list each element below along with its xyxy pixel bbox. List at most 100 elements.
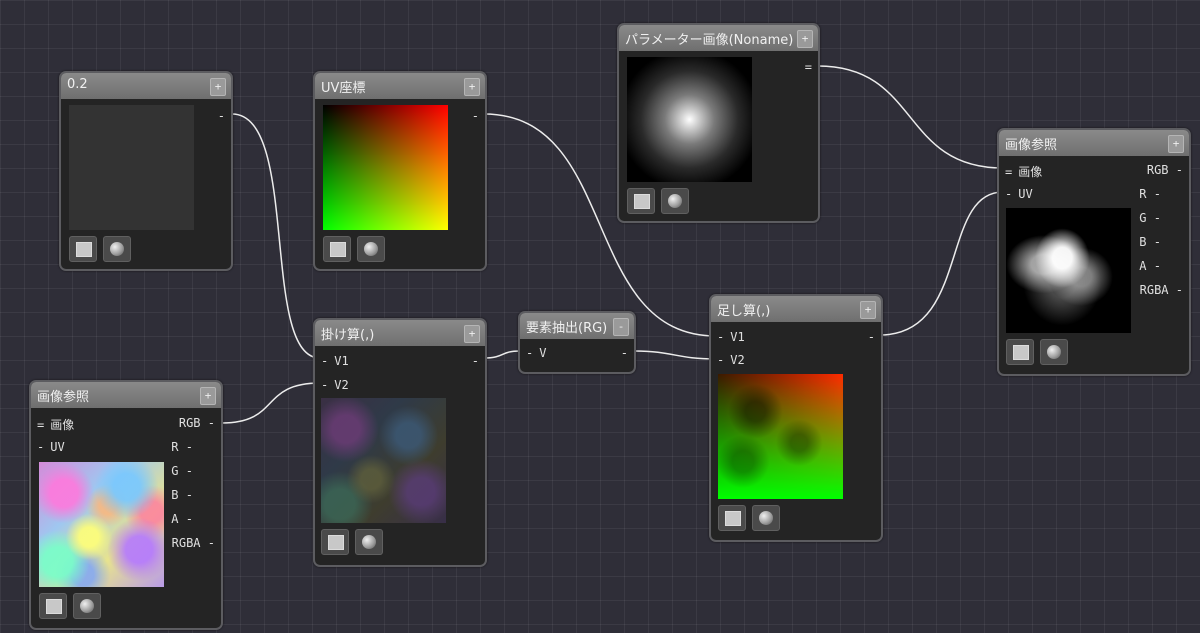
preview-mode-square-button[interactable] — [39, 593, 67, 619]
node-header[interactable]: 画像参照 + — [31, 382, 221, 408]
multiply-node[interactable]: 掛け算(,) + - V1 - V2 - — [313, 318, 487, 567]
add-node[interactable]: 足し算(,) + - V1 - V2 - — [709, 294, 883, 542]
output-port-r[interactable]: R - — [171, 440, 193, 454]
input-port-uv[interactable]: - UV — [1005, 187, 1033, 201]
port-label: G — [171, 464, 179, 478]
output-port-rgb[interactable]: RGB - — [179, 416, 215, 430]
output-port-a[interactable]: A - — [171, 512, 193, 526]
add-port-button[interactable]: + — [797, 30, 813, 48]
preview-mode-square-button[interactable] — [627, 188, 655, 214]
node-title: パラメーター画像(Noname) — [625, 33, 794, 48]
preview-mode-sphere-button[interactable] — [1040, 339, 1068, 365]
node-title: 0.2 — [67, 77, 88, 92]
input-port-v1[interactable]: - V1 — [321, 354, 349, 368]
output-port-rgba[interactable]: RGBA - — [172, 536, 215, 550]
port-mark: - — [321, 354, 329, 368]
node-header[interactable]: 足し算(,) + — [711, 296, 881, 322]
input-port-uv[interactable]: - UV — [37, 440, 65, 454]
add-port-button[interactable]: + — [200, 387, 216, 405]
image-reference-node[interactable]: 画像参照 + = 画像 - UV RGB - R - G - B - A - RGB… — [29, 380, 223, 630]
port-mark: - — [37, 440, 45, 454]
preview-mode-sphere-button[interactable] — [103, 236, 131, 262]
remove-port-button[interactable]: - — [613, 318, 629, 336]
image-reference-node-right[interactable]: 画像参照 + = 画像 - UV RGB - R - G - B - A - RGB… — [997, 128, 1191, 376]
port-label: 画像 — [50, 418, 75, 432]
port-label: A — [1139, 259, 1147, 273]
node-title: 掛け算(,) — [321, 328, 375, 343]
output-port-r[interactable]: R - — [1139, 187, 1161, 201]
output-port-rgb[interactable]: RGB - — [1147, 163, 1183, 177]
output-port[interactable]: - — [472, 354, 479, 368]
port-mark: - — [1175, 163, 1183, 177]
extract-element-node[interactable]: 要素抽出(RG) - -V - — [518, 311, 636, 374]
preview-mode-square-button[interactable] — [1006, 339, 1034, 365]
output-port[interactable]: - — [868, 330, 875, 344]
port-mark: - — [1153, 259, 1161, 273]
port-mark: = — [37, 418, 45, 432]
node-header[interactable]: 画像参照 + — [999, 130, 1189, 156]
add-port-button[interactable]: + — [1168, 135, 1184, 153]
node-title: 画像参照 — [1005, 138, 1058, 153]
preview-mode-sphere-button[interactable] — [355, 529, 383, 555]
output-port-a[interactable]: A - — [1139, 259, 1161, 273]
port-mark: - — [185, 464, 193, 478]
port-label: V — [539, 346, 547, 360]
preview-mode-square-button[interactable] — [323, 236, 351, 262]
wire-multiply-to-extract — [483, 350, 521, 359]
output-port-g[interactable]: G - — [1139, 211, 1161, 225]
port-mark: - — [1153, 235, 1161, 249]
add-port-button[interactable]: + — [860, 301, 876, 319]
node-header[interactable]: UV座標 + — [315, 73, 485, 99]
input-port-v[interactable]: -V — [526, 346, 546, 360]
node-title: UV座標 — [321, 81, 366, 96]
preview-mode-square-button[interactable] — [321, 529, 349, 555]
output-port[interactable]: = — [805, 60, 812, 74]
add-port-button[interactable]: + — [210, 78, 226, 96]
node-header[interactable]: パラメーター画像(Noname) + — [619, 25, 818, 51]
output-port[interactable]: - — [621, 346, 628, 360]
output-port[interactable]: - — [218, 109, 225, 123]
output-port-g[interactable]: G - — [171, 464, 193, 478]
input-port-v2[interactable]: - V2 — [321, 378, 349, 392]
preview-mode-square-button[interactable] — [718, 505, 746, 531]
node-header[interactable]: 掛け算(,) + — [315, 320, 485, 346]
wire-imageref-to-multiply-v2 — [221, 382, 321, 424]
input-port-v2[interactable]: - V2 — [717, 353, 745, 367]
port-label: B — [171, 488, 179, 502]
node-header[interactable]: 要素抽出(RG) - — [520, 313, 634, 339]
input-port-v1[interactable]: - V1 — [717, 330, 745, 344]
input-port-image[interactable]: = 画像 — [1005, 163, 1042, 180]
preview-image — [323, 105, 448, 230]
preview-image — [718, 374, 843, 499]
constant-node[interactable]: 0.2 + - — [59, 71, 233, 271]
port-mark: - — [1175, 283, 1183, 297]
output-port-b[interactable]: B - — [1139, 235, 1161, 249]
add-port-button[interactable]: + — [464, 325, 480, 343]
preview-mode-square-button[interactable] — [69, 236, 97, 262]
port-mark: - — [207, 416, 215, 430]
node-header[interactable]: 0.2 + — [61, 73, 231, 99]
port-mark: = — [1005, 165, 1013, 179]
node-title: 足し算(,) — [717, 304, 771, 319]
preview-image — [627, 57, 752, 182]
preview-mode-sphere-button[interactable] — [357, 236, 385, 262]
port-mark: - — [1153, 211, 1161, 225]
preview-mode-sphere-button[interactable] — [661, 188, 689, 214]
input-port-image[interactable]: = 画像 — [37, 416, 74, 433]
port-mark: - — [207, 536, 215, 550]
port-label: R — [1139, 187, 1147, 201]
output-port-b[interactable]: B - — [171, 488, 193, 502]
add-port-button[interactable]: + — [464, 78, 480, 96]
preview-mode-sphere-button[interactable] — [752, 505, 780, 531]
preview-image — [39, 462, 164, 587]
preview-mode-sphere-button[interactable] — [73, 593, 101, 619]
wire-constant-to-multiply-v1 — [231, 113, 321, 359]
output-port[interactable]: - — [472, 109, 479, 123]
port-mark: - — [526, 346, 534, 360]
port-mark: - — [717, 330, 725, 344]
port-label: RGB — [178, 416, 201, 430]
uv-coordinate-node[interactable]: UV座標 + - — [313, 71, 487, 271]
parameter-image-node[interactable]: パラメーター画像(Noname) + = — [617, 23, 820, 223]
port-label: R — [171, 440, 179, 454]
output-port-rgba[interactable]: RGBA - — [1140, 283, 1183, 297]
